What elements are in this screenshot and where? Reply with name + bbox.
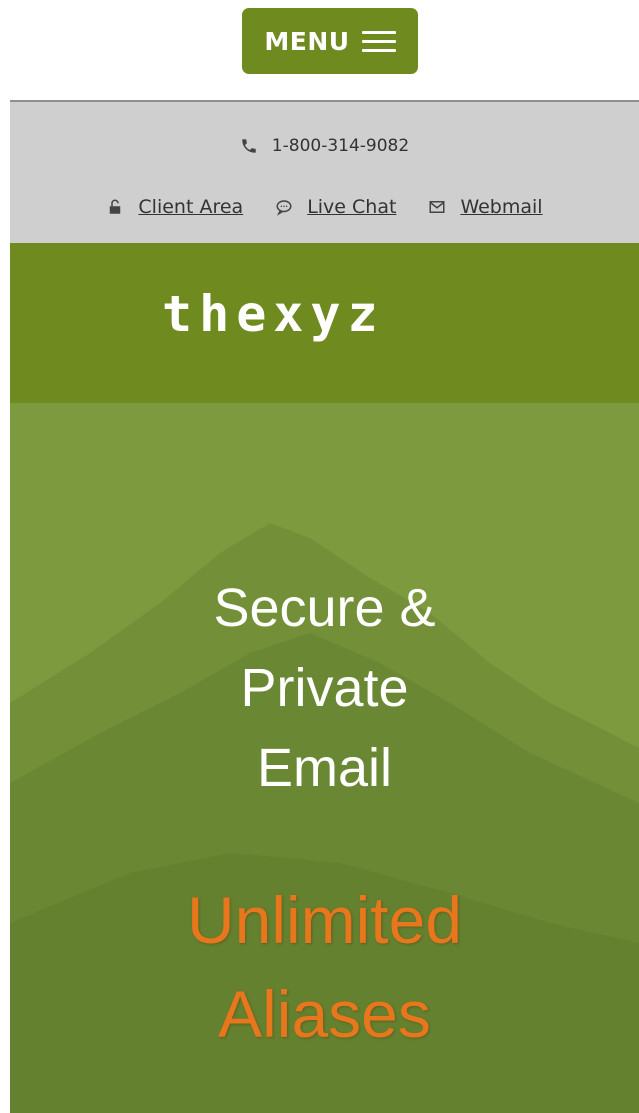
menu-button[interactable]: MENU	[242, 8, 418, 74]
hero-subtitle: Unlimited Aliases	[10, 873, 639, 1061]
hamburger-icon	[361, 30, 396, 52]
client-area-group[interactable]: Client Area	[106, 196, 243, 218]
phone-row: 1-800-314-9082	[10, 136, 639, 156]
left-margin	[0, 100, 10, 1113]
hero-subtitle-line-1: Unlimited	[186, 883, 463, 957]
top-bar: MENU	[0, 0, 639, 100]
webmail-group[interactable]: Webmail	[428, 196, 543, 218]
webmail-link[interactable]: Webmail	[460, 196, 542, 218]
links-row: Client Area Live Chat Webmail	[10, 196, 639, 218]
phone-number[interactable]: 1-800-314-9082	[272, 136, 409, 156]
site-logo[interactable]: thexyz	[162, 285, 385, 343]
live-chat-group[interactable]: Live Chat	[275, 196, 396, 218]
live-chat-link[interactable]: Live Chat	[307, 196, 396, 218]
info-bar: 1-800-314-9082 Client Area Live Chat Web…	[10, 100, 639, 243]
hero-title: Secure & Private Email	[10, 568, 639, 808]
lock-icon	[110, 199, 121, 214]
logo-band: thexyz	[10, 243, 639, 403]
phone-icon	[242, 139, 256, 153]
hero-title-line-1: Secure &	[213, 578, 436, 638]
menu-label: MENU	[264, 26, 350, 56]
hero-title-line-2: Private	[240, 658, 409, 718]
hero-banner: Secure & Private Email Unlimited Aliases	[10, 403, 639, 1113]
hero-title-line-3: Email	[256, 738, 393, 798]
client-area-link[interactable]: Client Area	[138, 196, 243, 218]
envelope-icon	[429, 201, 445, 213]
chat-bubble-icon	[276, 200, 292, 216]
hero-subtitle-line-2: Aliases	[218, 977, 431, 1051]
